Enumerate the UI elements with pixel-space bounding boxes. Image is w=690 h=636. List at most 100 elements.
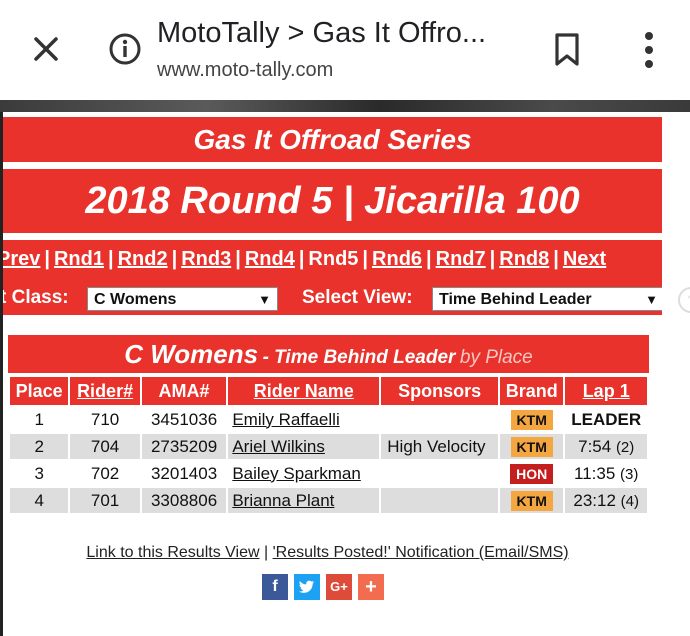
nav-current-round: Rnd5 [308,248,359,270]
cell-ama-number: 2735209 [141,434,227,459]
cell-ama-number: 3451036 [141,407,227,432]
cell-rider-number: 702 [70,461,140,486]
col-header-lap1[interactable]: Lap 1 [565,377,647,405]
twitter-icon[interactable] [294,574,320,600]
nav-round-link[interactable]: Rnd1 [54,248,104,270]
cell-ama-number: 3308806 [141,488,227,513]
nav-separator: | [362,248,369,270]
round-nav-panel: Prev | Rnd1 | Rnd2 | Rnd3 | Rnd4 | Rnd5 | Rnd6 | Rnd7 |… [3,240,662,315]
col-header-brand: Brand [500,377,564,405]
nav-separator: | [44,248,50,270]
more-vert-icon[interactable] [642,30,656,70]
table-row: 2 704 2735209 Ariel Wilkins High Velocit… [10,434,647,459]
class-select-value: C Womens [94,291,177,308]
cell-brand: KTM [500,407,564,432]
cell-place: 4 [10,488,69,513]
cell-lap: LEADER [565,407,647,432]
page-url[interactable]: www.moto-tally.com [157,59,333,82]
round-title: 2018 Round 5 | Jicarilla 100 [3,169,662,233]
nav-separator: | [489,248,496,270]
nav-separator: | [171,248,178,270]
cell-lap: 23:12 (4) [565,488,647,513]
brand-badge: KTM [510,409,553,430]
bird-glyph [299,580,314,593]
cell-sponsor: High Velocity [381,434,499,459]
notification-link[interactable]: 'Results Posted!' Notification (Email/SM… [273,544,569,561]
col-header-rider[interactable]: Rider# [70,377,140,405]
close-icon[interactable] [30,33,62,65]
table-row: 4 701 3308806 Brianna Plant KTM 23:12 (4… [10,488,647,513]
browser-top-bar: MotoTally > Gas It Offro... www.moto-tal… [0,0,690,100]
nav-separator: | [553,248,559,270]
nav-round-link[interactable]: Rnd7 [436,248,486,270]
cell-sponsor [381,461,499,486]
nav-separator: | [426,248,432,270]
cell-rider-name-link[interactable]: Emily Raffaelli [228,407,380,432]
cell-lap: 7:54 (2) [565,434,647,459]
bookmark-icon[interactable] [552,32,582,68]
table-row: 1 710 3451036 Emily Raffaelli KTM LEADER [10,407,647,432]
round-nav: Prev | Rnd1 | Rnd2 | Rnd3 | Rnd4 | Rnd5 | Rnd6 | Rnd7 |… [3,248,606,271]
results-sort-label: by Place [459,347,533,368]
cell-brand: KTM [500,488,564,513]
page-title: MotoTally > Gas It Offro... [157,17,487,49]
view-select[interactable]: Time Behind Leader ▼ [432,287,662,311]
col-header-rider-name[interactable]: Rider Name [228,377,380,405]
results-heading: C Womens - Time Behind Leader by Place [8,335,649,373]
cell-brand: HON [500,461,564,486]
footer-links: Link to this Results View | 'Results Pos… [0,544,655,562]
series-title: Gas It Offroad Series [3,117,662,162]
cell-rider-name-link[interactable]: Bailey Sparkman [228,461,380,486]
lap-position: (2) [615,438,635,456]
cell-brand: KTM [500,434,564,459]
table-row: 3 702 3201403 Bailey Sparkman HON 11:35 … [10,461,647,486]
nav-round-link[interactable]: Rnd3 [181,248,231,270]
col-header-place: Place [10,377,69,405]
google-plus-icon[interactable]: G+ [326,574,352,600]
lap-position: (4) [620,492,640,510]
nav-round-link[interactable]: Rnd4 [245,248,295,270]
footer-separator: | [263,544,269,561]
lap-time: 23:12 [573,490,616,510]
col-header-ama: AMA# [141,377,227,405]
cell-rider-number: 710 [70,407,140,432]
header-image-strip [0,100,690,112]
cell-sponsor [381,488,499,513]
dropdown-arrow-icon: ▼ [258,292,271,307]
nav-separator: | [235,248,241,270]
lap-time: 7:54 [578,436,612,456]
info-icon[interactable] [108,32,142,66]
brand-badge: HON [510,463,554,484]
brand-badge: KTM [510,436,553,457]
cell-place: 2 [10,434,69,459]
table-header-row: Place Rider# AMA# Rider Name Sponsors Br… [10,377,647,405]
cell-ama-number: 3201403 [141,461,227,486]
nav-round-link[interactable]: Rnd6 [372,248,422,270]
nav-separator: | [107,248,114,270]
cell-lap: 11:35 (3) [565,461,647,486]
cell-rider-name-link[interactable]: Ariel Wilkins [228,434,380,459]
cell-sponsor [381,407,499,432]
results-view-name: - Time Behind Leader [262,347,456,368]
class-select[interactable]: C Womens ▼ [87,287,278,311]
facebook-icon[interactable]: f [262,574,288,600]
view-select-value: Time Behind Leader [439,291,592,308]
cell-place: 1 [10,407,69,432]
col-header-sponsors: Sponsors [381,377,499,405]
lap-time: LEADER [571,409,642,429]
lap-time: 11:35 [574,463,616,483]
nav-separator: | [298,248,305,270]
cell-rider-name-link[interactable]: Brianna Plant [228,488,380,513]
nav-prev-link[interactable]: Prev [3,248,40,270]
cell-rider-number: 701 [70,488,140,513]
results-class-name: C Womens [124,339,259,369]
dropdown-arrow-icon: ▼ [645,292,658,307]
nav-next-link[interactable]: Next [563,248,606,270]
results-view-link[interactable]: Link to this Results View [86,544,259,561]
cell-rider-number: 704 [70,434,140,459]
nav-round-link[interactable]: Rnd8 [499,248,549,270]
share-plus-icon[interactable]: + [358,574,384,600]
nav-round-link[interactable]: Rnd2 [118,248,168,270]
results-table: Place Rider# AMA# Rider Name Sponsors Br… [8,375,649,515]
class-select-label: t Class: [3,287,69,308]
